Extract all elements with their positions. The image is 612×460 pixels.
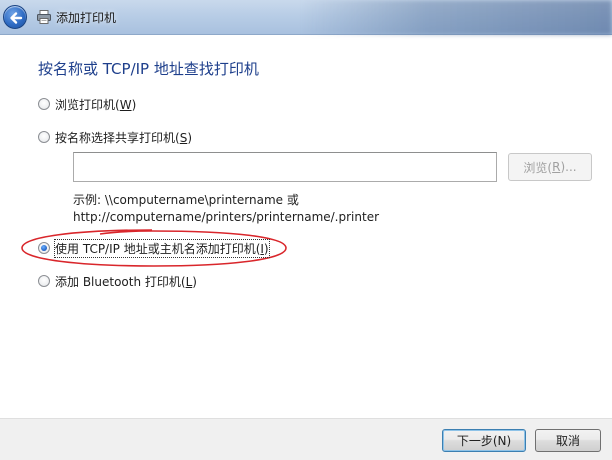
back-arrow-icon [10,12,23,24]
browse-button[interactable]: 浏览(R)... [508,153,592,181]
option-add-by-tcpip-label[interactable]: 使用 TCP/IP 地址或主机名添加打印机(I) [54,238,270,258]
example-line-1: 示例: \\computername\printername 或 [73,193,299,207]
radio-select-shared-printer[interactable] [38,131,50,143]
option-browse-printers[interactable]: 浏览打印机(W) [38,96,136,112]
shared-printer-name-input[interactable] [73,152,497,182]
printer-icon [37,10,51,24]
title-bar-glass [300,0,612,35]
example-text: 示例: \\computername\printername 或 http://… [73,192,379,226]
option-select-shared-printer[interactable]: 按名称选择共享打印机(S) [38,129,192,145]
option-add-bluetooth-printer-label[interactable]: 添加 Bluetooth 打印机(L) [55,273,197,290]
cancel-button[interactable]: 取消 [535,429,601,452]
back-button[interactable] [3,5,27,29]
option-add-bluetooth-printer[interactable]: 添加 Bluetooth 打印机(L) [38,273,197,289]
window-title: 添加打印机 [56,11,117,25]
example-line-2: http://computername/printers/printername… [73,210,380,224]
radio-add-bluetooth-printer[interactable] [38,275,50,287]
option-select-shared-printer-label[interactable]: 按名称选择共享打印机(S) [55,129,192,146]
page-heading: 按名称或 TCP/IP 地址查找打印机 [38,60,259,78]
title-bar: 添加打印机 [0,0,612,35]
next-button[interactable]: 下一步(N) [442,429,526,452]
option-add-by-tcpip[interactable]: 使用 TCP/IP 地址或主机名添加打印机(I) [38,238,270,258]
radio-add-by-tcpip[interactable] [38,242,50,254]
radio-browse-printers[interactable] [38,98,50,110]
option-browse-printers-label[interactable]: 浏览打印机(W) [55,96,136,113]
